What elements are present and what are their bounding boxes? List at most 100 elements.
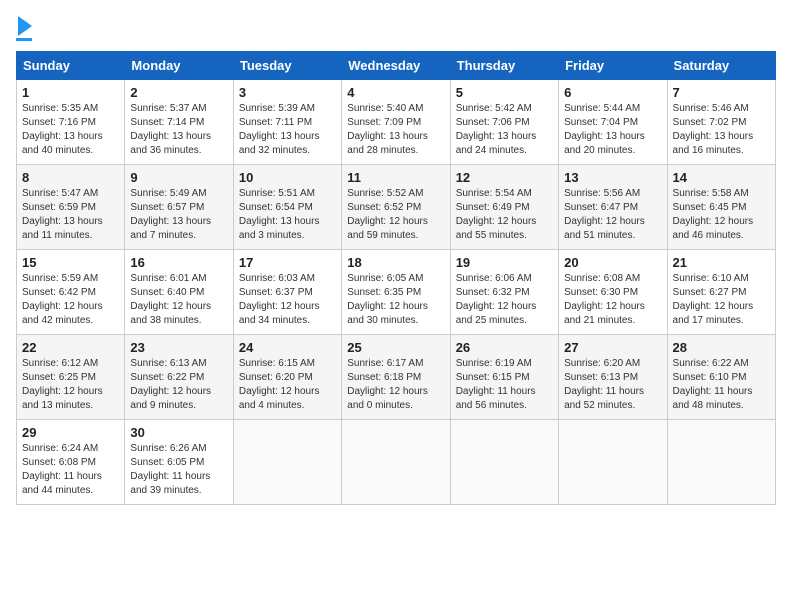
- day-detail: Sunrise: 5:52 AM Sunset: 6:52 PM Dayligh…: [347, 187, 444, 243]
- calendar-cell: 23 Sunrise: 6:13 AM Sunset: 6:22 PM Dayli…: [125, 335, 233, 420]
- calendar-cell: 3Sunrise: 5:39 AM Sunset: 7:11 PM Daylig…: [233, 80, 341, 165]
- day-detail: Sunrise: 6:06 AM Sunset: 6:32 PM Dayligh…: [456, 272, 553, 328]
- day-number: 13: [564, 170, 661, 185]
- day-detail: Sunrise: 6:24 AM Sunset: 6:08 PM Dayligh…: [22, 442, 119, 498]
- day-detail: Sunrise: 5:46 AM Sunset: 7:02 PM Dayligh…: [673, 102, 770, 158]
- col-header-tuesday: Tuesday: [233, 52, 341, 80]
- day-detail: Sunrise: 6:05 AM Sunset: 6:35 PM Dayligh…: [347, 272, 444, 328]
- calendar-cell: 2 Sunrise: 5:37 AM Sunset: 7:14 PM Daylig…: [125, 80, 233, 165]
- day-number: 8: [22, 170, 119, 185]
- day-number: 28: [673, 340, 770, 355]
- calendar-cell: 1Sunrise: 5:35 AM Sunset: 7:16 PM Daylig…: [17, 80, 125, 165]
- calendar-cell: 26 Sunrise: 6:19 AM Sunset: 6:15 PM Dayli…: [450, 335, 558, 420]
- col-header-sunday: Sunday: [17, 52, 125, 80]
- calendar-cell: 7 Sunrise: 5:46 AM Sunset: 7:02 PM Daylig…: [667, 80, 775, 165]
- calendar-cell: [667, 420, 775, 505]
- day-number: 30: [130, 425, 227, 440]
- page-header: [16, 16, 776, 41]
- day-detail: Sunrise: 6:10 AM Sunset: 6:27 PM Dayligh…: [673, 272, 770, 328]
- calendar-cell: 4 Sunrise: 5:40 AM Sunset: 7:09 PM Daylig…: [342, 80, 450, 165]
- day-number: 15: [22, 255, 119, 270]
- day-number: 18: [347, 255, 444, 270]
- day-detail: Sunrise: 5:56 AM Sunset: 6:47 PM Dayligh…: [564, 187, 661, 243]
- day-number: 24: [239, 340, 336, 355]
- calendar-cell: 25 Sunrise: 6:17 AM Sunset: 6:18 PM Dayli…: [342, 335, 450, 420]
- day-number: 22: [22, 340, 119, 355]
- day-number: 17: [239, 255, 336, 270]
- calendar-cell: 20 Sunrise: 6:08 AM Sunset: 6:30 PM Dayli…: [559, 250, 667, 335]
- col-header-monday: Monday: [125, 52, 233, 80]
- day-number: 2: [130, 85, 227, 100]
- day-detail: Sunrise: 5:39 AM Sunset: 7:11 PM Dayligh…: [239, 102, 336, 158]
- day-detail: Sunrise: 6:15 AM Sunset: 6:20 PM Dayligh…: [239, 357, 336, 413]
- day-number: 9: [130, 170, 227, 185]
- day-detail: Sunrise: 5:44 AM Sunset: 7:04 PM Dayligh…: [564, 102, 661, 158]
- calendar-cell: 16Sunrise: 6:01 AM Sunset: 6:40 PM Dayli…: [125, 250, 233, 335]
- calendar-cell: 5 Sunrise: 5:42 AM Sunset: 7:06 PM Daylig…: [450, 80, 558, 165]
- calendar-cell: 29 Sunrise: 6:24 AM Sunset: 6:08 PM Dayli…: [17, 420, 125, 505]
- col-header-wednesday: Wednesday: [342, 52, 450, 80]
- calendar-cell: 6 Sunrise: 5:44 AM Sunset: 7:04 PM Daylig…: [559, 80, 667, 165]
- day-detail: Sunrise: 5:40 AM Sunset: 7:09 PM Dayligh…: [347, 102, 444, 158]
- day-detail: Sunrise: 5:54 AM Sunset: 6:49 PM Dayligh…: [456, 187, 553, 243]
- day-detail: Sunrise: 5:58 AM Sunset: 6:45 PM Dayligh…: [673, 187, 770, 243]
- day-number: 23: [130, 340, 227, 355]
- day-number: 29: [22, 425, 119, 440]
- day-number: 21: [673, 255, 770, 270]
- day-number: 10: [239, 170, 336, 185]
- day-detail: Sunrise: 6:19 AM Sunset: 6:15 PM Dayligh…: [456, 357, 553, 413]
- day-number: 5: [456, 85, 553, 100]
- day-detail: Sunrise: 6:03 AM Sunset: 6:37 PM Dayligh…: [239, 272, 336, 328]
- day-number: 6: [564, 85, 661, 100]
- calendar-cell: 22 Sunrise: 6:12 AM Sunset: 6:25 PM Dayli…: [17, 335, 125, 420]
- calendar-cell: 24 Sunrise: 6:15 AM Sunset: 6:20 PM Dayli…: [233, 335, 341, 420]
- day-number: 20: [564, 255, 661, 270]
- calendar-cell: 15Sunrise: 5:59 AM Sunset: 6:42 PM Dayli…: [17, 250, 125, 335]
- calendar-cell: 28 Sunrise: 6:22 AM Sunset: 6:10 PM Dayli…: [667, 335, 775, 420]
- day-detail: Sunrise: 5:51 AM Sunset: 6:54 PM Dayligh…: [239, 187, 336, 243]
- day-number: 27: [564, 340, 661, 355]
- day-detail: Sunrise: 6:22 AM Sunset: 6:10 PM Dayligh…: [673, 357, 770, 413]
- calendar-cell: 10 Sunrise: 5:51 AM Sunset: 6:54 PM Dayli…: [233, 165, 341, 250]
- col-header-thursday: Thursday: [450, 52, 558, 80]
- day-number: 12: [456, 170, 553, 185]
- calendar-cell: [559, 420, 667, 505]
- col-header-saturday: Saturday: [667, 52, 775, 80]
- calendar-cell: 17 Sunrise: 6:03 AM Sunset: 6:37 PM Dayli…: [233, 250, 341, 335]
- calendar-cell: 8Sunrise: 5:47 AM Sunset: 6:59 PM Daylig…: [17, 165, 125, 250]
- calendar-cell: [450, 420, 558, 505]
- day-number: 26: [456, 340, 553, 355]
- day-detail: Sunrise: 5:37 AM Sunset: 7:14 PM Dayligh…: [130, 102, 227, 158]
- day-detail: Sunrise: 5:42 AM Sunset: 7:06 PM Dayligh…: [456, 102, 553, 158]
- day-detail: Sunrise: 6:20 AM Sunset: 6:13 PM Dayligh…: [564, 357, 661, 413]
- day-number: 7: [673, 85, 770, 100]
- day-number: 19: [456, 255, 553, 270]
- calendar-cell: [233, 420, 341, 505]
- day-number: 4: [347, 85, 444, 100]
- logo-arrow-icon: [18, 16, 32, 36]
- day-number: 16: [130, 255, 227, 270]
- day-detail: Sunrise: 6:26 AM Sunset: 6:05 PM Dayligh…: [130, 442, 227, 498]
- calendar-cell: 27 Sunrise: 6:20 AM Sunset: 6:13 PM Dayli…: [559, 335, 667, 420]
- calendar-cell: 14Sunrise: 5:58 AM Sunset: 6:45 PM Dayli…: [667, 165, 775, 250]
- day-detail: Sunrise: 6:12 AM Sunset: 6:25 PM Dayligh…: [22, 357, 119, 413]
- day-number: 25: [347, 340, 444, 355]
- day-detail: Sunrise: 6:08 AM Sunset: 6:30 PM Dayligh…: [564, 272, 661, 328]
- col-header-friday: Friday: [559, 52, 667, 80]
- day-detail: Sunrise: 6:13 AM Sunset: 6:22 PM Dayligh…: [130, 357, 227, 413]
- calendar-table: SundayMondayTuesdayWednesdayThursdayFrid…: [16, 51, 776, 505]
- logo-underline: [16, 38, 32, 41]
- logo: [16, 16, 32, 41]
- day-detail: Sunrise: 6:17 AM Sunset: 6:18 PM Dayligh…: [347, 357, 444, 413]
- calendar-cell: 12 Sunrise: 5:54 AM Sunset: 6:49 PM Dayli…: [450, 165, 558, 250]
- day-detail: Sunrise: 5:35 AM Sunset: 7:16 PM Dayligh…: [22, 102, 119, 158]
- calendar-cell: 9 Sunrise: 5:49 AM Sunset: 6:57 PM Daylig…: [125, 165, 233, 250]
- day-number: 11: [347, 170, 444, 185]
- calendar-cell: 11 Sunrise: 5:52 AM Sunset: 6:52 PM Dayli…: [342, 165, 450, 250]
- calendar-cell: [342, 420, 450, 505]
- calendar-cell: 19 Sunrise: 6:06 AM Sunset: 6:32 PM Dayli…: [450, 250, 558, 335]
- calendar-cell: 18 Sunrise: 6:05 AM Sunset: 6:35 PM Dayli…: [342, 250, 450, 335]
- calendar-cell: 30 Sunrise: 6:26 AM Sunset: 6:05 PM Dayli…: [125, 420, 233, 505]
- calendar-cell: 13 Sunrise: 5:56 AM Sunset: 6:47 PM Dayli…: [559, 165, 667, 250]
- day-detail: Sunrise: 5:49 AM Sunset: 6:57 PM Dayligh…: [130, 187, 227, 243]
